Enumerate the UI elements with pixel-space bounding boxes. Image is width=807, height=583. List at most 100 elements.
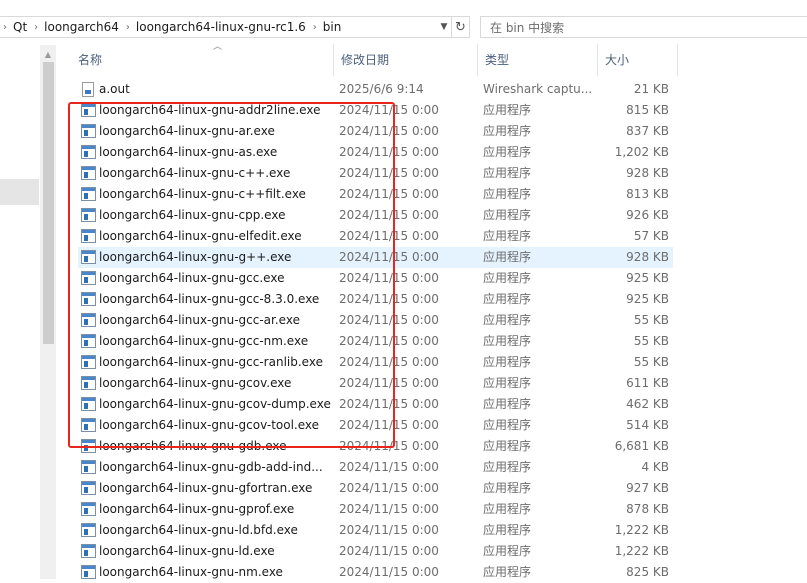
application-icon	[81, 376, 96, 390]
file-row[interactable]: loongarch64-linux-gnu-gcc-8.3.0.exe 2024/…	[78, 289, 673, 310]
search-placeholder: 在 bin 中搜索	[490, 20, 565, 35]
file-name: loongarch64-linux-gnu-nm.exe	[99, 565, 283, 579]
file-row[interactable]: loongarch64-linux-gnu-ar.exe 2024/11/15 0…	[78, 121, 673, 142]
breadcrumb-loongarch64[interactable]: loongarch64	[41, 20, 123, 34]
column-header-size[interactable]: 大小	[597, 44, 677, 76]
file-type: 应用程序	[483, 124, 532, 138]
file-row[interactable]: loongarch64-linux-gnu-c++filt.exe 2024/11…	[78, 184, 673, 205]
file-row[interactable]: loongarch64-linux-gnu-as.exe 2024/11/15 0…	[78, 142, 673, 163]
file-row[interactable]: loongarch64-linux-gnu-gdb-add-ind... 2024…	[78, 457, 673, 478]
file-icon	[82, 82, 94, 97]
application-icon	[81, 334, 96, 348]
file-size: 926 KB	[626, 208, 669, 222]
file-row[interactable]: loongarch64-linux-gnu-nm.exe 2024/11/15 0…	[78, 562, 673, 583]
file-row[interactable]: loongarch64-linux-gnu-gcc-nm.exe 2024/11/…	[78, 331, 673, 352]
file-type: 应用程序	[483, 460, 532, 474]
file-size: 462 KB	[626, 397, 669, 411]
file-row[interactable]: loongarch64-linux-gnu-g++.exe 2024/11/15 …	[78, 247, 673, 268]
column-header-date[interactable]: 修改日期	[333, 44, 477, 76]
file-row[interactable]: loongarch64-linux-gnu-gfortran.exe 2024/1…	[78, 478, 673, 499]
file-date: 2024/11/15 0:00	[339, 355, 439, 369]
application-icon	[81, 460, 96, 474]
file-row[interactable]: loongarch64-linux-gnu-gcc-ranlib.exe 2024…	[78, 352, 673, 373]
file-row[interactable]: loongarch64-linux-gnu-c++.exe 2024/11/15 …	[78, 163, 673, 184]
address-bar[interactable]: › Qt › loongarch64 › loongarch64-linux-g…	[0, 16, 470, 38]
file-row[interactable]: loongarch64-linux-gnu-addr2line.exe 2024/…	[78, 100, 673, 121]
search-input[interactable]: 在 bin 中搜索	[480, 16, 807, 38]
chevron-down-icon[interactable]: ▼	[436, 17, 452, 37]
file-name: loongarch64-linux-gnu-as.exe	[99, 145, 278, 159]
file-row[interactable]: loongarch64-linux-gnu-ld.exe 2024/11/15 0…	[78, 541, 673, 562]
file-type: 应用程序	[483, 502, 532, 516]
file-row[interactable]: a.out 2025/6/6 9:14 Wireshark captu... 21 K…	[78, 79, 673, 100]
file-date: 2024/11/15 0:00	[339, 124, 439, 138]
application-icon	[81, 502, 96, 516]
file-date: 2024/11/15 0:00	[339, 523, 439, 537]
file-type: 应用程序	[483, 397, 532, 411]
application-icon	[81, 187, 96, 201]
file-size: 928 KB	[626, 250, 669, 264]
application-icon	[81, 418, 96, 432]
scrollbar-thumb[interactable]	[43, 62, 54, 344]
file-size: 1,202 KB	[614, 145, 669, 159]
file-row[interactable]: loongarch64-linux-gnu-cpp.exe 2024/11/15 …	[78, 205, 673, 226]
nav-pane-selected-item[interactable]	[0, 179, 39, 205]
application-icon	[81, 103, 96, 117]
file-name: loongarch64-linux-gnu-ld.bfd.exe	[99, 523, 298, 537]
file-date: 2025/6/6 9:14	[339, 82, 424, 96]
file-type: 应用程序	[483, 229, 532, 243]
file-row[interactable]: loongarch64-linux-gnu-gcov.exe 2024/11/15…	[78, 373, 673, 394]
breadcrumb-qt[interactable]: Qt	[10, 20, 31, 34]
file-type: 应用程序	[483, 334, 532, 348]
file-type: 应用程序	[483, 103, 532, 117]
file-date: 2024/11/15 0:00	[339, 208, 439, 222]
file-name: loongarch64-linux-gnu-gcc-ar.exe	[99, 313, 300, 327]
application-icon	[81, 208, 96, 222]
file-size: 927 KB	[626, 481, 669, 495]
sort-up-icon: ︿	[213, 42, 223, 52]
file-size: 928 KB	[626, 166, 669, 180]
file-row[interactable]: loongarch64-linux-gnu-gcc.exe 2024/11/15 …	[78, 268, 673, 289]
nav-pane-scrollbar[interactable]: ▲	[40, 45, 56, 579]
file-date: 2024/11/15 0:00	[339, 481, 439, 495]
refresh-icon[interactable]: ↻	[451, 17, 469, 37]
application-icon	[81, 439, 96, 453]
crumb-separator[interactable]: ›	[31, 22, 41, 33]
column-header-type[interactable]: 类型	[477, 44, 597, 76]
column-date-label: 修改日期	[341, 53, 390, 67]
file-size: 925 KB	[626, 271, 669, 285]
column-headers: 名称 ︿ 修改日期 类型 大小	[57, 42, 807, 76]
file-size: 878 KB	[626, 502, 669, 516]
file-date: 2024/11/15 0:00	[339, 439, 439, 453]
file-type: 应用程序	[483, 292, 532, 306]
crumb-separator[interactable]: ›	[123, 22, 133, 33]
scroll-up-icon[interactable]: ▲	[40, 49, 56, 61]
file-row[interactable]: loongarch64-linux-gnu-gcov-tool.exe 2024/…	[78, 415, 673, 436]
application-icon	[81, 544, 96, 558]
crumb-separator[interactable]: ›	[310, 22, 320, 33]
file-row[interactable]: loongarch64-linux-gnu-gprof.exe 2024/11/1…	[78, 499, 673, 520]
column-header-name[interactable]: 名称 ︿	[71, 42, 333, 76]
file-row[interactable]: loongarch64-linux-gnu-ld.bfd.exe 2024/11/…	[78, 520, 673, 541]
application-icon	[81, 124, 96, 138]
file-name: loongarch64-linux-gnu-gcov-dump.exe	[99, 397, 331, 411]
file-row[interactable]: loongarch64-linux-gnu-gcov-dump.exe 2024/…	[78, 394, 673, 415]
file-name: loongarch64-linux-gnu-elfedit.exe	[99, 229, 302, 243]
file-row[interactable]: loongarch64-linux-gnu-gcc-ar.exe 2024/11/…	[78, 310, 673, 331]
application-icon	[81, 523, 96, 537]
file-date: 2024/11/15 0:00	[339, 166, 439, 180]
file-size: 6,681 KB	[614, 439, 669, 453]
application-icon	[81, 397, 96, 411]
file-name: loongarch64-linux-gnu-gcc-ranlib.exe	[99, 355, 323, 369]
file-name: loongarch64-linux-gnu-gdb-add-ind...	[99, 460, 323, 474]
file-name: loongarch64-linux-gnu-cpp.exe	[99, 208, 286, 222]
breadcrumb-bin[interactable]: bin	[320, 20, 346, 34]
file-row[interactable]: loongarch64-linux-gnu-elfedit.exe 2024/11…	[78, 226, 673, 247]
application-icon	[81, 481, 96, 495]
application-icon	[81, 313, 96, 327]
file-name: loongarch64-linux-gnu-c++.exe	[99, 166, 291, 180]
file-name: loongarch64-linux-gnu-gfortran.exe	[99, 481, 313, 495]
file-name: loongarch64-linux-gnu-addr2line.exe	[99, 103, 321, 117]
file-row[interactable]: loongarch64-linux-gnu-gdb.exe 2024/11/15 …	[78, 436, 673, 457]
breadcrumb-toolchain[interactable]: loongarch64-linux-gnu-rc1.6	[133, 20, 310, 34]
